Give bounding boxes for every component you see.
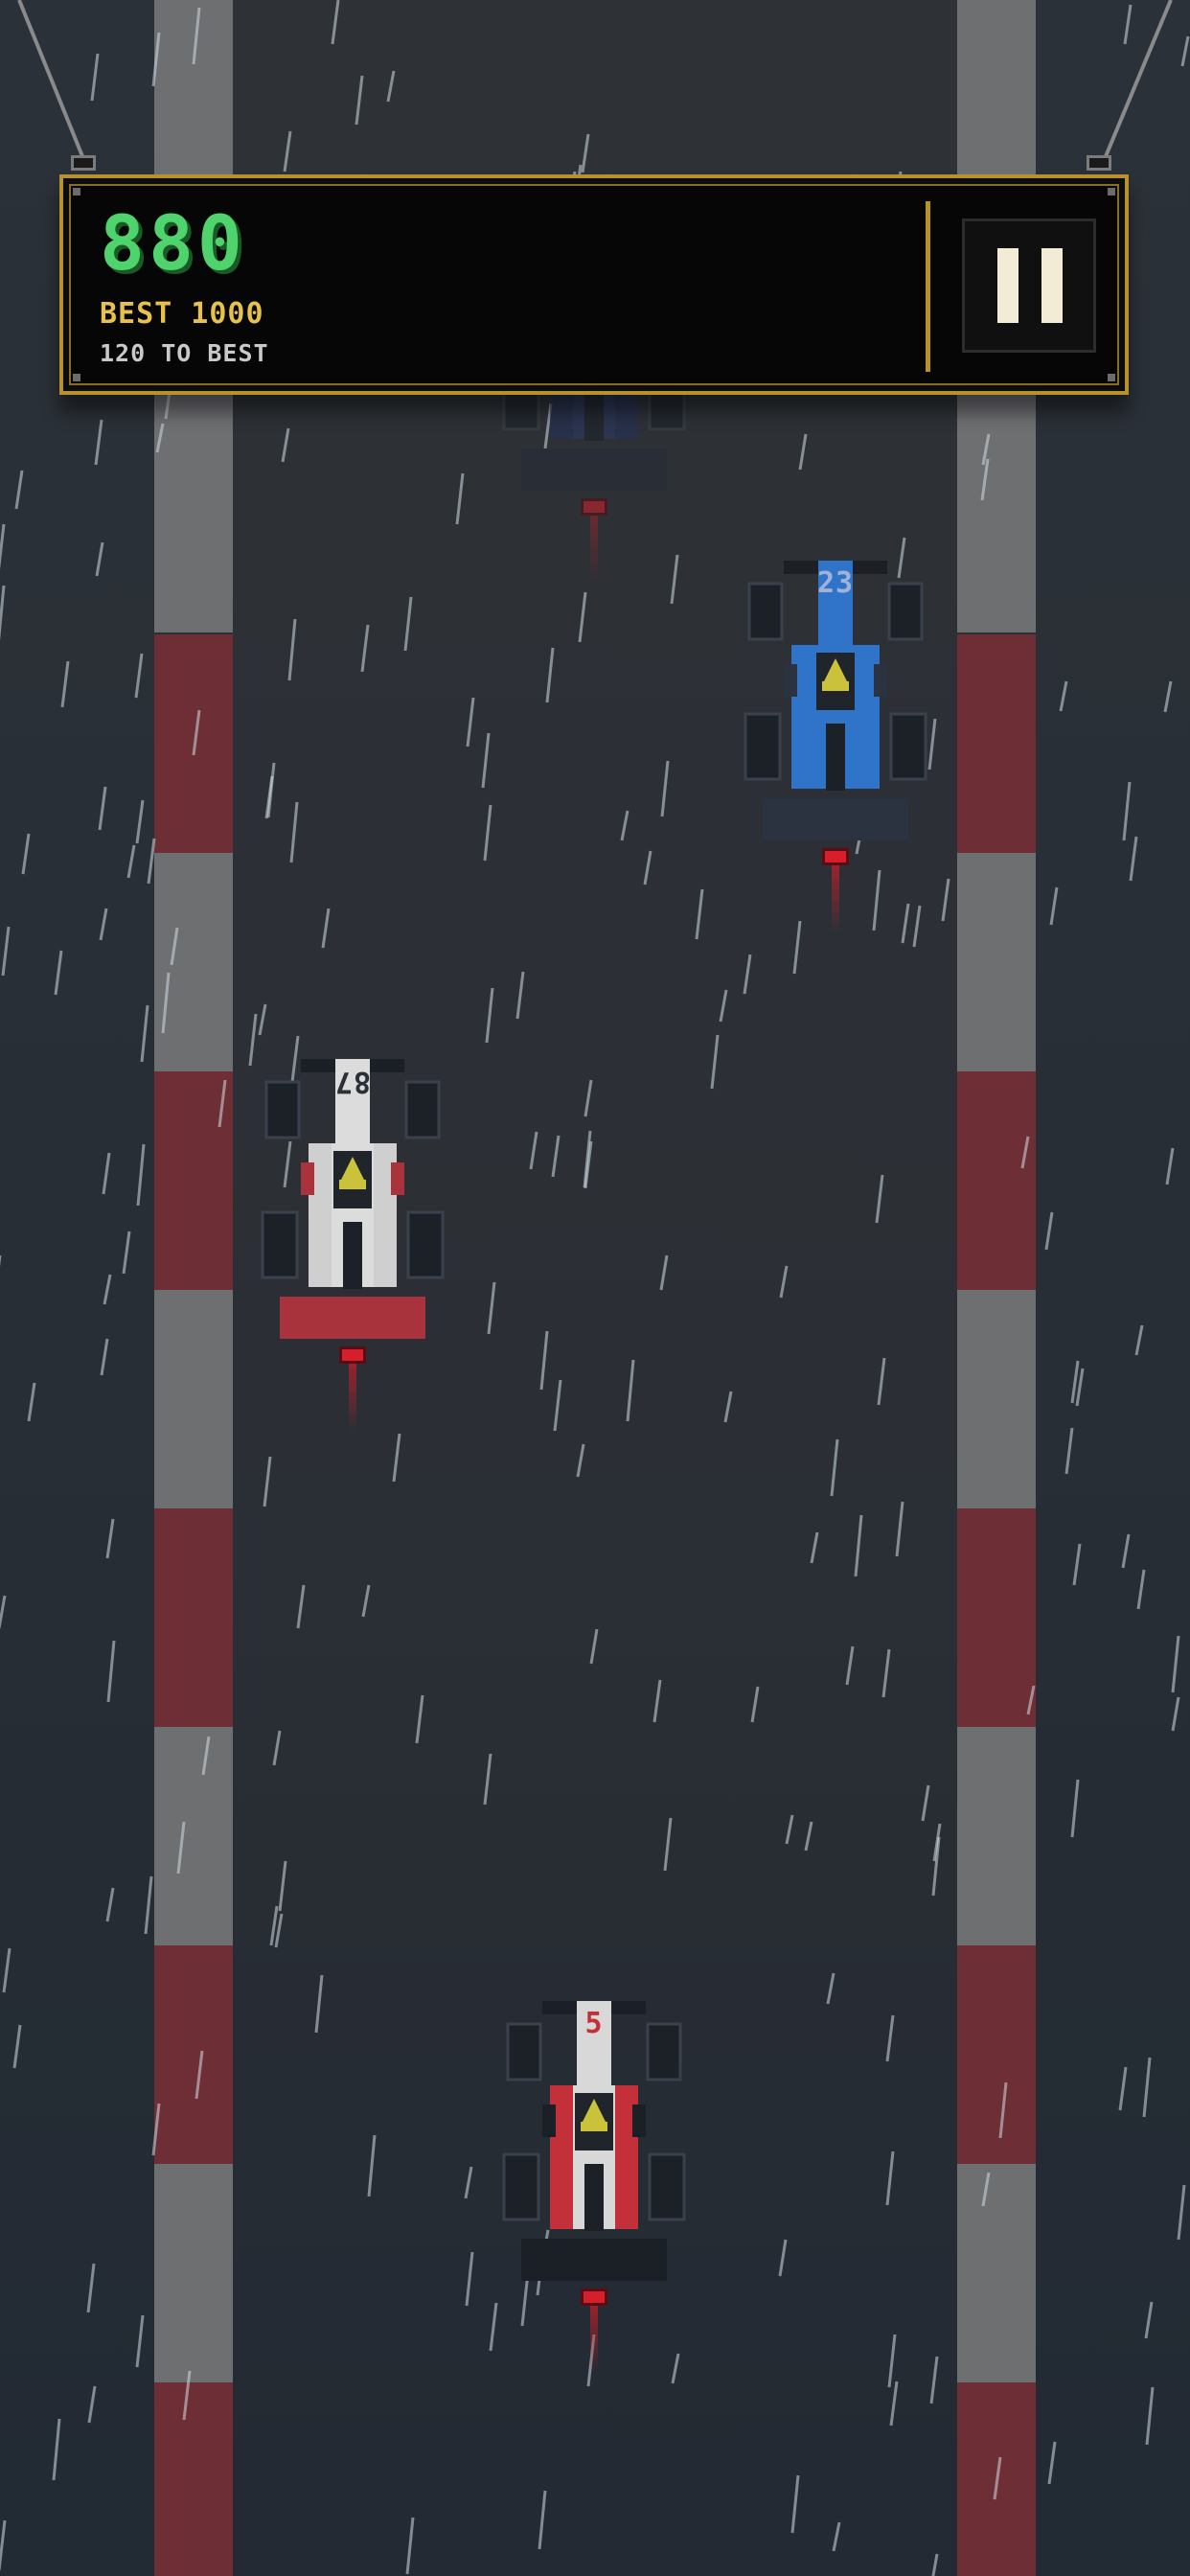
player-car: 5 [498,2001,690,2373]
car-number: 23 [816,566,855,600]
score-value: 880 [100,201,246,288]
rival-car-87: 87 [257,1059,448,1431]
points-to-best: 120 TO BEST [100,339,269,367]
hud-divider [926,201,930,372]
car-number: 5 [584,2007,604,2040]
hud-wires [17,0,1173,162]
pause-button[interactable] [962,218,1096,353]
tail-light [581,498,607,516]
tail-light-trail [349,1364,356,1431]
right-hanger [1087,155,1111,171]
tail-light-trail [590,516,598,583]
left-hanger [71,155,96,171]
rival-car-23: 23 [740,561,931,932]
tail-light [339,1346,366,1364]
tail-light-trail [590,2306,598,2373]
car-number: 87 [333,1065,372,1098]
score-hud: 880 BEST 1000 120 TO BEST [59,174,1129,395]
tail-light-trail [832,865,839,932]
game-stage[interactable]: 23 87 5 880 BEST 1000 120 TO BEST [0,0,1190,2576]
best-score: BEST 1000 [100,297,264,331]
tail-light [822,848,849,865]
tail-light [581,2288,607,2306]
